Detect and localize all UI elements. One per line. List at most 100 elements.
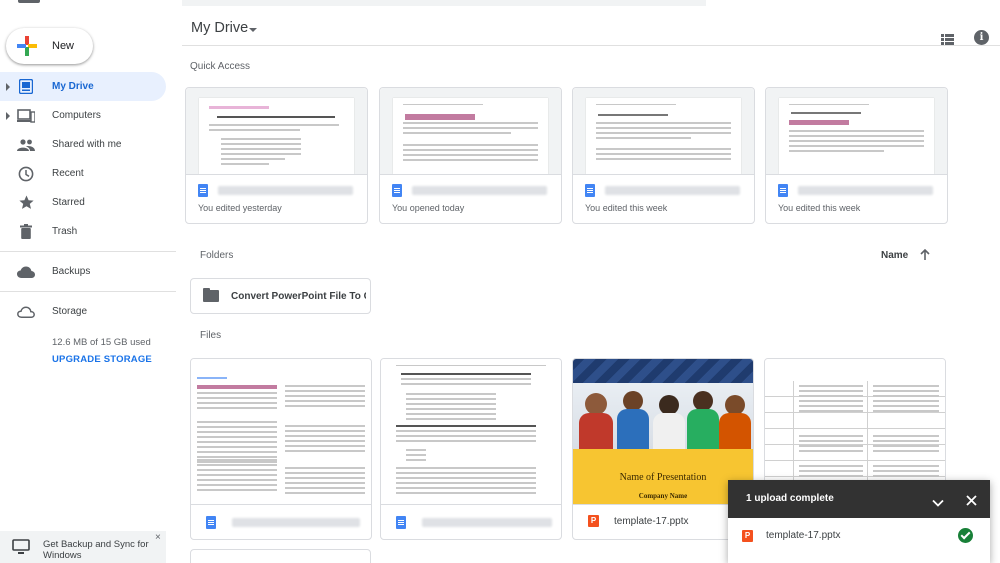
monitor-icon [12, 539, 30, 560]
file-name: template-17.pptx [614, 516, 689, 527]
check-circle-icon [958, 528, 973, 543]
expand-caret-icon[interactable] [6, 83, 10, 91]
arrow-up-icon[interactable] [920, 248, 930, 266]
activity-text: You edited yesterday [198, 203, 282, 213]
new-button[interactable]: New [6, 28, 93, 64]
sidebar-item-starred[interactable]: Starred [0, 188, 176, 217]
file-card[interactable]: Name of Presentation Company Name P temp… [572, 358, 754, 540]
google-docs-icon [198, 184, 208, 197]
doc-thumbnail [380, 88, 561, 174]
page-title[interactable]: My Drive [191, 20, 248, 36]
activity-text: You edited this week [585, 203, 668, 213]
quick-access-card[interactable]: You edited yesterday [185, 87, 368, 224]
storage-used-text: 12.6 MB of 15 GB used [52, 337, 151, 348]
presentation-thumbnail: Name of Presentation Company Name [573, 359, 753, 504]
header: My Drive i [176, 10, 1000, 46]
blurred-file-name [412, 186, 547, 195]
trash-icon [17, 223, 35, 241]
file-card[interactable] [380, 358, 562, 540]
blurred-file-name [422, 518, 552, 527]
header-divider [182, 45, 1000, 46]
people-icon [17, 136, 35, 154]
google-docs-icon [585, 184, 595, 197]
sidebar-item-trash[interactable]: Trash [0, 217, 176, 246]
upload-panel: 1 upload complete P template-17.pptx [728, 480, 990, 563]
info-icon[interactable]: i [974, 30, 989, 45]
file-card[interactable] [190, 358, 372, 540]
new-button-label: New [52, 40, 75, 52]
plus-icon [17, 36, 37, 56]
sidebar-nav: My Drive Computers Shared with me Recent… [0, 72, 176, 326]
folder-icon [203, 288, 219, 302]
files-label: Files [200, 330, 222, 341]
drive-icon [17, 78, 35, 96]
doc-thumbnail [191, 359, 371, 504]
upload-status-title: 1 upload complete [746, 493, 834, 504]
chevron-down-icon[interactable] [249, 28, 257, 32]
quick-access-card[interactable]: You opened today [379, 87, 562, 224]
drive-app: New My Drive Computers Shared with me Re… [0, 0, 1000, 563]
blurred-file-name [605, 186, 740, 195]
folder-item[interactable]: Convert PowerPoint File To G... [190, 278, 371, 314]
sidebar-item-computers[interactable]: Computers [0, 101, 176, 130]
slide-subtitle: Company Name [638, 492, 688, 500]
folder-name: Convert PowerPoint File To G... [231, 291, 366, 302]
close-icon[interactable]: × [155, 532, 161, 543]
sidebar: New My Drive Computers Shared with me Re… [0, 0, 176, 563]
quick-access-card[interactable]: You edited this week [572, 87, 755, 224]
slide-title: Name of Presentation [619, 472, 707, 483]
powerpoint-icon: P [742, 530, 753, 542]
sidebar-divider [0, 291, 176, 292]
sort-by-name-button[interactable]: Name [881, 250, 908, 261]
activity-text: You edited this week [778, 203, 861, 213]
blurred-file-name [218, 186, 353, 195]
sidebar-item-backups[interactable]: Backups [0, 257, 176, 286]
google-docs-icon [206, 516, 216, 529]
expand-caret-icon[interactable] [6, 112, 10, 120]
google-docs-icon [396, 516, 406, 529]
activity-text: You opened today [392, 203, 465, 213]
students-photo [573, 383, 753, 449]
main-content: My Drive i Quick Access You edited yeste… [176, 0, 1000, 563]
doc-thumbnail [186, 88, 367, 174]
google-docs-icon [392, 184, 402, 197]
list-view-icon[interactable] [941, 32, 954, 50]
sidebar-item-label: Computers [52, 110, 101, 121]
sidebar-item-label: Shared with me [52, 139, 122, 150]
sidebar-item-shared-with-me[interactable]: Shared with me [0, 130, 176, 159]
sidebar-item-storage[interactable]: Storage [0, 297, 176, 326]
quick-access-card[interactable]: You edited this week [765, 87, 948, 224]
backup-sync-banner[interactable]: Get Backup and Sync for Windows × [0, 531, 166, 563]
blurred-file-name [798, 186, 933, 195]
blurred-file-name [232, 518, 360, 527]
computer-icon [17, 107, 35, 125]
sidebar-item-recent[interactable]: Recent [0, 159, 176, 188]
star-icon [17, 194, 35, 212]
sidebar-item-label: Backups [52, 266, 91, 277]
file-card[interactable] [190, 549, 371, 563]
upload-panel-header: 1 upload complete [728, 480, 990, 518]
sidebar-item-label: Storage [52, 306, 88, 317]
sidebar-item-label: Trash [52, 226, 78, 237]
folders-label: Folders [200, 250, 234, 261]
sidebar-item-my-drive[interactable]: My Drive [0, 72, 166, 101]
backup-sync-text: Get Backup and Sync for Windows [43, 539, 149, 561]
close-icon[interactable] [966, 493, 977, 511]
upload-item[interactable]: P template-17.pptx [728, 518, 990, 563]
chevron-down-icon[interactable] [932, 494, 944, 512]
sidebar-item-label: My Drive [52, 81, 94, 92]
powerpoint-icon: P [588, 515, 599, 527]
uploaded-file-name: template-17.pptx [766, 530, 841, 541]
quick-access-label: Quick Access [190, 61, 251, 72]
cloud-icon [17, 263, 35, 281]
cloud-outline-icon [17, 303, 35, 321]
clock-icon [17, 165, 35, 183]
sidebar-item-label: Starred [52, 197, 85, 208]
google-docs-icon [778, 184, 788, 197]
sidebar-divider [0, 251, 176, 252]
doc-thumbnail [381, 359, 561, 504]
doc-thumbnail [766, 88, 947, 174]
sidebar-item-label: Recent [52, 168, 84, 179]
upgrade-storage-link[interactable]: UPGRADE STORAGE [52, 354, 152, 365]
doc-thumbnail [573, 88, 754, 174]
